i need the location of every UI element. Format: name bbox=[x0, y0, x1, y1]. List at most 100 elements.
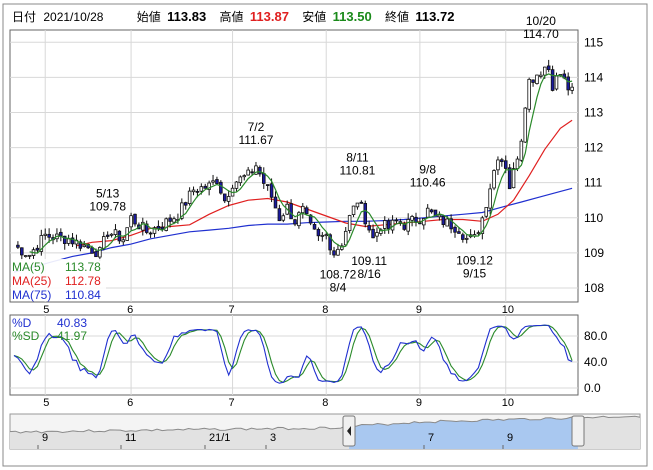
extreme-label-line1: 8/11 bbox=[346, 150, 369, 164]
candle-body bbox=[20, 247, 24, 256]
candle-body bbox=[453, 226, 457, 233]
legend-ma75-label: MA(75) bbox=[12, 288, 51, 302]
candle-body bbox=[234, 181, 239, 189]
chart-stage: 日付 2021/10/28 始値 113.83 高値 113.87 安値 113… bbox=[0, 0, 653, 470]
candle-body bbox=[410, 216, 414, 221]
candle-body bbox=[215, 179, 219, 185]
candle-body bbox=[101, 236, 106, 249]
candle-body bbox=[457, 231, 461, 234]
candle-body bbox=[320, 234, 325, 237]
candle-body bbox=[281, 215, 286, 221]
navigator-left-handle[interactable] bbox=[342, 415, 356, 447]
candle-body bbox=[355, 202, 360, 208]
candle-body bbox=[492, 170, 496, 189]
stoch-y-tick-label: 80.0 bbox=[584, 329, 608, 343]
candle-body bbox=[464, 237, 469, 240]
candle-body bbox=[59, 231, 63, 237]
candle-body bbox=[418, 222, 422, 225]
candle-body bbox=[133, 213, 137, 225]
candle-body bbox=[246, 169, 250, 176]
extreme-label-line1: 108.72 bbox=[320, 268, 357, 282]
candle-body bbox=[527, 78, 531, 110]
candle-body bbox=[121, 239, 126, 243]
price-x-tick-label: 5 bbox=[43, 304, 49, 316]
candle-body bbox=[293, 219, 297, 225]
candle-body bbox=[222, 193, 227, 202]
candle-body bbox=[156, 225, 161, 230]
candle-body bbox=[531, 79, 535, 83]
candle-body bbox=[406, 219, 410, 232]
candle-body bbox=[324, 234, 328, 237]
candle-body bbox=[109, 233, 114, 236]
extreme-label-line2: 109.78 bbox=[89, 199, 126, 213]
candle-body bbox=[35, 247, 40, 251]
price-x-tick-label: 6 bbox=[127, 304, 133, 316]
chart-svg: 11511411311211111010910855667788991010 5… bbox=[2, 3, 648, 467]
candle-body bbox=[375, 232, 379, 237]
candle-body bbox=[347, 215, 352, 231]
candle-body bbox=[199, 186, 204, 192]
navigator-tick-label: 9 bbox=[42, 432, 48, 444]
candle-body bbox=[289, 203, 293, 220]
stoch-panel-frame bbox=[9, 314, 579, 396]
stoch-y-tick-label: 0.0 bbox=[584, 381, 601, 395]
candle-body bbox=[129, 215, 133, 228]
price-y-tick-label: 112 bbox=[584, 141, 603, 155]
navigator-tick-label: 21/1 bbox=[209, 432, 230, 444]
candle-body bbox=[94, 251, 98, 258]
navigator-layer: 9 11 21/1 3 7 9 bbox=[9, 413, 641, 450]
price-y-tick-label: 115 bbox=[584, 35, 603, 49]
candle-body bbox=[90, 247, 94, 254]
stoch-x-tick-label: 6 bbox=[127, 397, 133, 409]
candle-body bbox=[336, 248, 340, 256]
candle-body bbox=[371, 228, 375, 239]
candle-body bbox=[160, 226, 165, 230]
candle-body bbox=[27, 254, 32, 257]
price-y-tick-label: 110 bbox=[584, 211, 603, 225]
price-y-tick-label: 108 bbox=[584, 281, 604, 295]
price-y-tick-label: 109 bbox=[584, 246, 604, 260]
stoch-x-tick-label: 7 bbox=[229, 397, 235, 409]
price-y-tick-label: 114 bbox=[584, 70, 603, 84]
navigator-tick-label: 11 bbox=[125, 432, 136, 444]
extreme-label-line1: 10/20 bbox=[526, 14, 556, 28]
price-x-tick-label: 8 bbox=[322, 304, 328, 316]
candle-body bbox=[187, 190, 192, 204]
candle-body bbox=[265, 184, 270, 186]
candle-body bbox=[82, 244, 87, 247]
candle-body bbox=[461, 234, 465, 240]
legend-ma25-value: 112.78 bbox=[65, 274, 101, 288]
candle-body bbox=[277, 208, 282, 222]
candle-body bbox=[250, 171, 254, 174]
candle-body bbox=[539, 74, 543, 77]
candle-body bbox=[98, 247, 102, 258]
navigator-tick-label: 7 bbox=[428, 432, 434, 444]
legend-d-value: 40.83 bbox=[57, 316, 87, 330]
legend-ma5-label: MA(5) bbox=[12, 260, 45, 274]
candle-body bbox=[183, 202, 188, 206]
candle-body bbox=[554, 75, 559, 90]
candle-body bbox=[535, 74, 539, 84]
candle-body bbox=[566, 76, 570, 91]
candle-body bbox=[273, 196, 278, 209]
price-x-tick-label: 7 bbox=[229, 304, 235, 316]
candle-body bbox=[301, 205, 305, 214]
extreme-label-line2: 110.46 bbox=[410, 176, 446, 190]
legend-ma25-label: MA(25) bbox=[12, 274, 51, 288]
navigator-right-handle[interactable] bbox=[571, 415, 585, 447]
candle-body bbox=[191, 189, 196, 193]
navigator-tick-label: 3 bbox=[270, 432, 276, 444]
candle-body bbox=[441, 215, 446, 225]
extreme-label-line2: 8/4 bbox=[330, 281, 347, 295]
stoch-y-tick-label: 40.0 bbox=[584, 355, 608, 369]
candle-body bbox=[226, 196, 231, 202]
candle-body bbox=[172, 218, 176, 223]
candle-body bbox=[546, 65, 551, 71]
candle-body bbox=[359, 201, 364, 204]
candle-body bbox=[113, 229, 118, 235]
candle-body bbox=[543, 66, 547, 76]
navigator-right-handle-box[interactable] bbox=[571, 415, 585, 447]
candle-body bbox=[550, 69, 555, 91]
candle-body bbox=[519, 140, 524, 161]
extreme-label-line2: 8/16 bbox=[357, 267, 381, 281]
